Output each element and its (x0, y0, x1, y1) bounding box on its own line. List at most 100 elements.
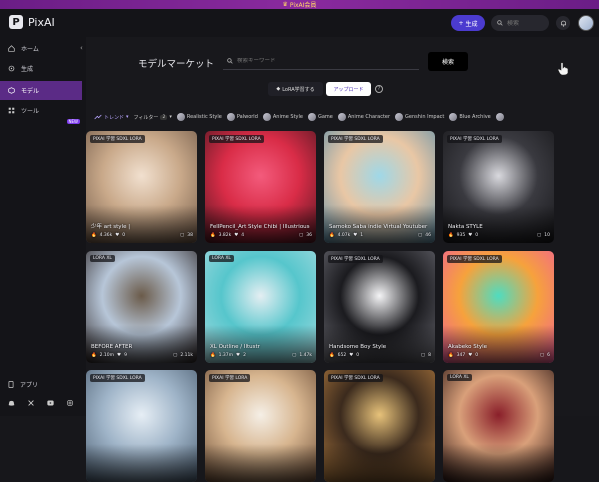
learn-lora-button[interactable]: ◆ LoRA学習する (268, 82, 323, 96)
model-grid: PIXAI 学習 SDXL LORA 少年 art style | 🔥 4.36k… (86, 131, 599, 482)
sidebar-item-app[interactable]: アプリ (0, 375, 82, 394)
header-search-input[interactable] (507, 19, 543, 27)
brand-logo[interactable]: P PixAI (9, 15, 55, 29)
sort-label: トレンド (104, 114, 125, 121)
model-card[interactable]: PIXAI 学習 SDXL LORA 少年 art style | 🔥 4.36k… (86, 131, 197, 243)
run-count: 652 (337, 353, 347, 358)
membership-banner[interactable]: ♛ PixAI会員 (0, 0, 599, 9)
run-count: 935 (456, 233, 466, 238)
heart-icon: ♥ (115, 233, 120, 238)
flame-icon: 🔥 (448, 233, 454, 238)
comment-icon: ▢ (173, 353, 178, 358)
model-card[interactable]: PIXAI 学習 LORA (205, 370, 316, 482)
filter-chip[interactable]: フィルター 2 ▾ (134, 114, 172, 121)
heart-icon: ♥ (349, 353, 354, 358)
model-card[interactable]: LORA XL XL Outline / Iltustr 🔥 1.37m ♥ 2 … (205, 251, 316, 363)
model-stats: 🔥 347 ♥ 0 ▢ 6 (448, 352, 550, 359)
instagram-icon[interactable] (67, 400, 73, 406)
model-type-badge: LORA XL (209, 255, 234, 262)
model-type-badge: LORA XL (90, 255, 115, 262)
category-chip[interactable]: Blue Archive (449, 113, 491, 121)
model-card[interactable]: PIXAI 学習 SDXL LORA Akabeko Style 🔥 347 ♥ … (443, 251, 554, 363)
category-label: Anime Style (272, 114, 303, 120)
user-avatar[interactable] (578, 15, 594, 31)
model-card[interactable]: PIXAI 学習 SDXL LORA FellPencil_Art Style C… (205, 131, 316, 243)
header-search[interactable] (491, 15, 549, 31)
sidebar-item-home[interactable]: ホーム (0, 39, 82, 58)
model-type-badge: PIXAI 学習 SDXL LORA (447, 135, 502, 143)
model-card[interactable]: PIXAI 学習 SDXL LORA Nakta STYLE 🔥 935 ♥ 0 … (443, 131, 554, 243)
category-label: Anime Character (347, 114, 391, 120)
sort-trending-chip[interactable]: トレンド ▾ (94, 114, 129, 121)
membership-banner-text: PixAI会員 (289, 2, 317, 9)
sidebar-item-generate[interactable]: 生成 (0, 59, 82, 78)
model-card[interactable]: LORA XL BEFORE AFTER 🔥 2.10m ♥ 9 ▢ 2.11k (86, 251, 197, 363)
category-label: Palworld (236, 114, 258, 120)
sidebar-item-models[interactable]: モデル (0, 81, 82, 100)
model-card[interactable]: LORA XL (443, 370, 554, 482)
x-icon[interactable] (28, 400, 34, 406)
model-stats: 🔥 1.37m ♥ 2 ▢ 1.47k (210, 352, 312, 359)
model-card[interactable]: PIXAI 学習 SDXL LORA (86, 370, 197, 482)
comment-count: 2.11k (180, 353, 193, 358)
model-type-badge: PIXAI 学習 SDXL LORA (328, 255, 383, 263)
comment-count: 1.47k (299, 353, 312, 358)
new-badge: NEW (66, 119, 80, 124)
model-card[interactable]: PIXAI 学習 SDXL LORA Handsome Boy Style 🔥 6… (324, 251, 435, 363)
notification-button[interactable] (556, 16, 570, 30)
sidebar: ‹ ホーム 生成 モデル ツール NEW アプリ (0, 37, 86, 416)
like-count: 0 (356, 353, 360, 358)
category-chip[interactable]: Anime Character (337, 113, 391, 121)
wand-icon (8, 65, 15, 72)
model-title: BEFORE AFTER (91, 344, 133, 350)
model-title: Samoko Saba indie Virtual Youtuber (329, 224, 428, 230)
comment-icon: ▢ (539, 353, 545, 358)
filter-bar: トレンド ▾ フィルター 2 ▾ Realistic Style Palworl… (94, 110, 599, 124)
category-label: Blue Archive (459, 114, 491, 120)
generate-button[interactable]: + 生成 (451, 15, 485, 31)
model-stats: 🔥 4.36k ♥ 0 ▢ 38 (91, 232, 193, 239)
comment-count: 46 (425, 233, 431, 238)
like-count: 1 (360, 233, 364, 238)
run-count: 1.37m (218, 353, 234, 358)
sidebar-item-label: 生成 (21, 66, 34, 73)
model-stats: 🔥 3.82k ♥ 4 ▢ 36 (210, 232, 312, 239)
scroll-right-chip[interactable] (495, 113, 504, 121)
run-count: 3.82k (218, 233, 232, 238)
youtube-icon[interactable] (47, 400, 54, 406)
model-title: 少年 art style | (91, 224, 131, 230)
category-label: Genshin Impact (405, 114, 445, 120)
category-thumbnail (337, 113, 346, 121)
category-chip[interactable]: Game (307, 113, 333, 121)
model-title: XL Outline / Iltustr (210, 344, 260, 350)
chevron-right-icon (495, 113, 504, 121)
keyword-search-input[interactable] (237, 58, 407, 64)
heart-icon: ♥ (234, 233, 239, 238)
sidebar-item-label: ツール (21, 108, 40, 115)
model-card[interactable]: PIXAI 学習 SDXL LORA (324, 370, 435, 482)
social-links (8, 400, 73, 406)
search-icon (497, 20, 503, 26)
sidebar-item-tools[interactable]: ツール NEW (0, 101, 82, 124)
comment-count: 6 (547, 353, 550, 358)
model-card[interactable]: PIXAI 学習 SDXL LORA Samoko Saba indie Virt… (324, 131, 435, 243)
category-thumbnail (395, 113, 404, 121)
search-icon (227, 58, 233, 64)
phone-icon (8, 381, 14, 388)
category-chip[interactable]: Palworld (226, 113, 258, 121)
flame-icon: 🔥 (210, 353, 216, 358)
model-stats: 🔥 652 ♥ 0 ▢ 8 (329, 352, 431, 359)
help-icon[interactable]: ? (375, 85, 383, 93)
crown-icon: ♛ (282, 1, 290, 8)
category-chip[interactable]: Anime Style (262, 113, 303, 121)
category-chip[interactable]: Genshin Impact (395, 113, 444, 121)
model-type-badge: PIXAI 学習 SDXL LORA (328, 135, 383, 143)
category-chip[interactable]: Realistic Style (176, 113, 222, 121)
run-count: 347 (456, 353, 466, 358)
model-title: Handsome Boy Style (329, 344, 387, 350)
search-button[interactable]: 検索 (428, 52, 468, 71)
like-count: 9 (124, 353, 127, 358)
discord-icon[interactable] (8, 400, 15, 406)
keyword-search[interactable] (223, 53, 419, 70)
upload-button[interactable]: アップロード (326, 82, 371, 96)
